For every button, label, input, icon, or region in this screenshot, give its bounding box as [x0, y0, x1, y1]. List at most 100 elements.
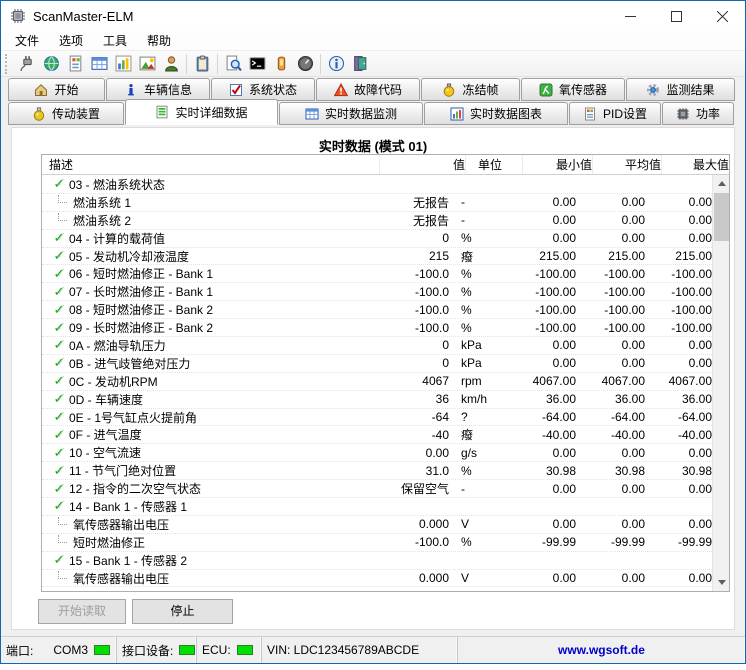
table-row[interactable]: 短时燃油修正 -100.0% -99.99 -99.99 -99.99: [42, 534, 712, 552]
table-row[interactable]: ✓ 0D - 车辆速度 36 km/h 36.00 36.00 36.00: [42, 391, 712, 409]
menu-options[interactable]: 选项: [49, 30, 93, 51]
table-row[interactable]: ✓ 0E - 1号气缸点火提前角 -64? -64.00 -64.00 -64.00: [42, 409, 712, 427]
start-reading-button[interactable]: 开始读取: [38, 599, 126, 624]
table-row[interactable]: ✓ 07 - 长时燃油修正 - Bank 1 -100.0% -100.00 -100.…: [42, 283, 712, 302]
table-row[interactable]: ✓ 06 - 短时燃油修正 - Bank 1 -100.0% -100.00 -100.…: [42, 265, 712, 284]
battery-icon[interactable]: [269, 53, 293, 75]
row-description: 03 - 燃油系统状态: [69, 177, 166, 192]
menu-help[interactable]: 帮助: [137, 30, 181, 51]
menu-tools[interactable]: 工具: [93, 30, 137, 51]
oxygen-sensor-icon: [539, 83, 553, 97]
header-value[interactable]: 值: [380, 155, 466, 174]
table-row[interactable]: ✓ 15 - Bank 1 - 传感器 2: [42, 552, 712, 570]
grid-icon[interactable]: [87, 53, 111, 75]
table-row[interactable]: ✓ 0B - 进气歧管绝对压力 0 kPa 0.00 0.00 0.00: [42, 355, 712, 373]
live-monitor-icon: [305, 107, 319, 121]
tab-live-monitor[interactable]: 实时数据监测: [279, 102, 423, 125]
website-link[interactable]: www.wgsoft.de: [558, 643, 645, 657]
gauge-icon[interactable]: [293, 53, 317, 75]
tab-fault-codes[interactable]: 故障代码: [316, 78, 420, 101]
user-icon[interactable]: [159, 53, 183, 75]
scrollbar-thumb[interactable]: [714, 193, 729, 241]
tab-monitor-results[interactable]: 监测结果: [626, 78, 735, 101]
report-icon[interactable]: [63, 53, 87, 75]
table-row[interactable]: ✓ 08 - 短时燃油修正 - Bank 2 -100.0% -100.00 -100.…: [42, 301, 712, 320]
row-avg: -40.00: [610, 427, 645, 442]
toolbar-separator: [320, 53, 321, 74]
monitor-results-icon: [646, 83, 660, 97]
table-row[interactable]: ✓ 03 - 燃油系统状态: [42, 176, 712, 194]
tab-system-status[interactable]: 系统状态: [211, 78, 315, 101]
row-avg: 215.00: [608, 249, 645, 263]
tab-live-chart[interactable]: 实时数据图表: [424, 102, 568, 125]
table-row[interactable]: ✓ 12 - 指令的二次空气状态 保留空气 - 0.00 0.00 0.00: [42, 480, 712, 499]
table-row[interactable]: 燃油系统 1 无报告 - 0.00 0.00 0.00: [42, 194, 712, 212]
close-button[interactable]: [699, 1, 745, 31]
table-row[interactable]: 氧传感器输出电压 0.000 V 0.00 0.00 0.00: [42, 570, 712, 588]
header-min[interactable]: 最小值: [523, 155, 593, 174]
row-description: 燃油系统 2: [73, 213, 132, 228]
row-description: 氧传感器输出电压: [73, 517, 170, 532]
table-row[interactable]: ✓ 09 - 长时燃油修正 - Bank 2 -100.0% -100.00 -100.…: [42, 319, 712, 338]
connect-icon[interactable]: [15, 53, 39, 75]
exit-icon[interactable]: [348, 53, 372, 75]
tab-vehicle-info[interactable]: 车辆信息: [106, 78, 210, 101]
table-row[interactable]: 燃油系统 2 无报告 - 0.00 0.00 0.00: [42, 212, 712, 230]
row-max: 0.00: [688, 213, 712, 228]
row-min: -99.99: [541, 535, 576, 550]
table-row[interactable]: ✓ 11 - 节气门绝对位置 31.0% 30.98 30.98 30.98: [42, 462, 712, 481]
header-avg[interactable]: 平均值: [593, 155, 662, 174]
menu-file[interactable]: 文件: [5, 30, 49, 51]
table-row[interactable]: ✓ 10 - 空气流速 0.00 g/s 0.00 0.00 0.00: [42, 444, 712, 463]
table-row[interactable]: ✓ 0F - 进气温度 -40 癈 -40.00 -40.00 -40.00: [42, 426, 712, 445]
table-row[interactable]: 氧传感器输出电压 0.000 V 0.00 0.00 0.00: [42, 516, 712, 534]
scroll-down-icon[interactable]: [713, 574, 730, 591]
row-value: 无报告: [412, 195, 449, 210]
port-status-led: [94, 645, 111, 655]
terminal-icon[interactable]: [245, 53, 269, 75]
row-value: 0: [442, 356, 449, 371]
row-description: 15 - Bank 1 - 传感器 2: [69, 553, 188, 568]
header-unit[interactable]: 单位: [466, 155, 523, 174]
stop-button[interactable]: 停止: [132, 599, 233, 624]
row-description: 燃油系统 1: [73, 195, 132, 210]
chart-icon[interactable]: [111, 53, 135, 75]
tab-power[interactable]: 功率: [662, 102, 734, 125]
row-description: 0E - 1号气缸点火提前角: [69, 410, 198, 425]
maximize-button[interactable]: [653, 1, 699, 31]
table-row[interactable]: ✓ 14 - Bank 1 - 传感器 1: [42, 498, 712, 516]
globe-icon[interactable]: [39, 53, 63, 75]
clipboard-icon[interactable]: [190, 53, 214, 75]
info-icon[interactable]: [324, 53, 348, 75]
row-min: 0.00: [552, 517, 576, 532]
scroll-up-icon[interactable]: [713, 175, 730, 192]
row-max: 0.00: [688, 231, 712, 246]
live-data-page: 实时数据 (模式 01) 描述 值 单位 最小值 平均值 最大值 ✓ 03 - 燃…: [11, 127, 735, 630]
table-row[interactable]: ✓ 0A - 燃油导轨压力 0 kPa 0.00 0.00 0.00: [42, 337, 712, 355]
row-unit: ?: [461, 410, 468, 425]
search-icon[interactable]: [221, 53, 245, 75]
tab-freeze-frame[interactable]: 冻结帧: [421, 78, 520, 101]
tab-live-data[interactable]: 实时详细数据: [125, 99, 278, 125]
tab-oxygen-sensors[interactable]: 氧传感器: [521, 78, 625, 101]
table-row[interactable]: ✓ 04 - 计算的载荷值 0% 0.00 0.00 0.00: [42, 230, 712, 248]
toolbar-separator: [186, 53, 187, 74]
row-avg: -99.99: [610, 535, 645, 550]
row-description: 05 - 发动机冷却液温度: [69, 249, 190, 264]
tab-start[interactable]: 开始: [8, 78, 105, 101]
tab-pid-settings[interactable]: PID设置: [569, 102, 661, 125]
vertical-scrollbar[interactable]: [712, 175, 729, 591]
live-data-icon: [155, 105, 169, 119]
table-row[interactable]: ✓ 05 - 发动机冷却液温度 215 癈 215.00 215.00 215.00: [42, 248, 712, 266]
image-icon[interactable]: [135, 53, 159, 75]
header-description[interactable]: 描述: [42, 155, 380, 174]
row-unit: V: [461, 571, 470, 586]
table-row[interactable]: ✓ 0C - 发动机RPM 4067 rpm 4067.00 4067.00 4067.00: [42, 373, 712, 391]
header-max[interactable]: 最大值: [662, 155, 729, 174]
row-value: -100.0: [414, 302, 449, 317]
minimize-button[interactable]: [607, 1, 653, 31]
toolbar-drag-handle[interactable]: [5, 53, 8, 74]
row-unit: rpm: [461, 374, 482, 389]
tab-transmission[interactable]: 传动装置: [8, 102, 124, 125]
row-description: 07 - 长时燃油修正 - Bank 1: [69, 285, 214, 300]
